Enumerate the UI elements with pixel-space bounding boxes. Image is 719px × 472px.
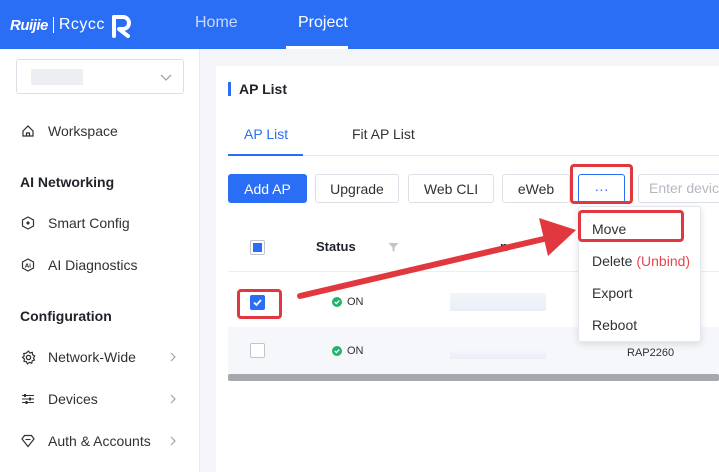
menu-item-export[interactable]: Export bbox=[592, 285, 632, 301]
row-checkbox[interactable] bbox=[250, 343, 265, 358]
status-online-icon bbox=[332, 346, 342, 356]
column-header-sn: n bbox=[500, 239, 508, 254]
page-title: AP List bbox=[228, 81, 287, 97]
menu-item-unbind-label: (Unbind) bbox=[636, 253, 691, 269]
hexagon-icon bbox=[20, 215, 36, 231]
logo-divider bbox=[52, 17, 54, 33]
sidebar-item-label: AI Diagnostics bbox=[48, 257, 138, 273]
status-badge: ON bbox=[332, 345, 364, 357]
page-title-text: AP List bbox=[239, 81, 287, 97]
logo-product-text: Rcycc bbox=[58, 16, 105, 33]
column-header-status: Status bbox=[316, 239, 356, 254]
tab-active-indicator bbox=[228, 154, 303, 156]
menu-item-reboot[interactable]: Reboot bbox=[592, 317, 637, 333]
status-badge: ON bbox=[332, 296, 364, 308]
project-name-redacted bbox=[31, 69, 83, 85]
logo-brand-text: Ruijie bbox=[10, 16, 48, 34]
eweb-button[interactable]: eWeb bbox=[502, 174, 570, 203]
sidebar-item-label: Smart Config bbox=[48, 215, 130, 231]
sidebar-item-label: Auth & Accounts bbox=[48, 433, 151, 449]
sidebar-item-ai-diagnostics[interactable]: Ai AI Diagnostics bbox=[20, 254, 137, 276]
sidebar-item-label: Workspace bbox=[48, 123, 118, 139]
status-text: ON bbox=[347, 296, 364, 308]
add-ap-button[interactable]: Add AP bbox=[228, 174, 307, 203]
home-icon bbox=[20, 123, 36, 139]
title-accent-bar bbox=[228, 82, 231, 96]
shield-heart-icon bbox=[20, 433, 36, 449]
chevron-right-icon bbox=[170, 394, 176, 404]
horizontal-scrollbar[interactable] bbox=[228, 374, 719, 381]
sidebar-item-label: Devices bbox=[48, 391, 98, 407]
ruijie-rcycc-logo[interactable]: Ruijie Rcycc bbox=[10, 11, 133, 39]
tab-fit-ap-list[interactable]: Fit AP List bbox=[352, 126, 415, 142]
sidebar: Workspace AI Networking Smart Config Ai … bbox=[0, 49, 200, 472]
menu-item-delete-unbind[interactable]: Delete (Unbind) bbox=[592, 253, 690, 269]
sidebar-item-devices[interactable]: Devices bbox=[20, 388, 98, 410]
model-cell: RAP2260 bbox=[627, 347, 675, 359]
filter-icon[interactable] bbox=[388, 242, 399, 253]
nav-tab-project[interactable]: Project bbox=[298, 14, 348, 32]
highlight-box-checkbox bbox=[237, 289, 282, 319]
svg-text:Ai: Ai bbox=[25, 263, 31, 269]
redacted-cell bbox=[450, 351, 546, 359]
section-configuration: Configuration bbox=[20, 308, 112, 324]
sidebar-item-network-wide[interactable]: Network-Wide bbox=[20, 346, 136, 368]
highlight-box-move-item bbox=[578, 210, 684, 242]
highlight-box-more-button bbox=[570, 164, 633, 204]
web-cli-button[interactable]: Web CLI bbox=[408, 174, 494, 203]
section-ai-networking: AI Networking bbox=[20, 174, 115, 190]
status-online-icon bbox=[332, 297, 342, 307]
sliders-icon bbox=[20, 391, 36, 407]
menu-item-delete-label: Delete bbox=[592, 253, 633, 269]
chevron-down-icon bbox=[160, 74, 172, 81]
device-search-input[interactable]: Enter devic bbox=[638, 174, 719, 203]
project-selector[interactable] bbox=[16, 59, 184, 94]
upgrade-button[interactable]: Upgrade bbox=[315, 174, 399, 203]
redacted-cell bbox=[450, 293, 546, 311]
sidebar-item-smart-config[interactable]: Smart Config bbox=[20, 212, 130, 234]
sidebar-item-label: Network-Wide bbox=[48, 349, 136, 365]
chevron-right-icon bbox=[170, 352, 176, 362]
select-all-checkbox[interactable] bbox=[250, 240, 265, 255]
tab-ap-list[interactable]: AP List bbox=[244, 126, 288, 142]
nav-active-indicator bbox=[286, 46, 348, 49]
ai-hexagon-icon: Ai bbox=[20, 257, 36, 273]
nav-tab-home[interactable]: Home bbox=[195, 14, 238, 32]
chevron-right-icon bbox=[170, 436, 176, 446]
status-text: ON bbox=[347, 345, 364, 357]
gear-icon bbox=[20, 349, 36, 365]
sidebar-item-auth-accounts[interactable]: Auth & Accounts bbox=[20, 430, 151, 452]
sidebar-item-workspace[interactable]: Workspace bbox=[20, 120, 118, 142]
logo-mark-icon bbox=[111, 15, 131, 38]
top-navigation-bar: Ruijie Rcycc Home Project bbox=[0, 0, 719, 49]
